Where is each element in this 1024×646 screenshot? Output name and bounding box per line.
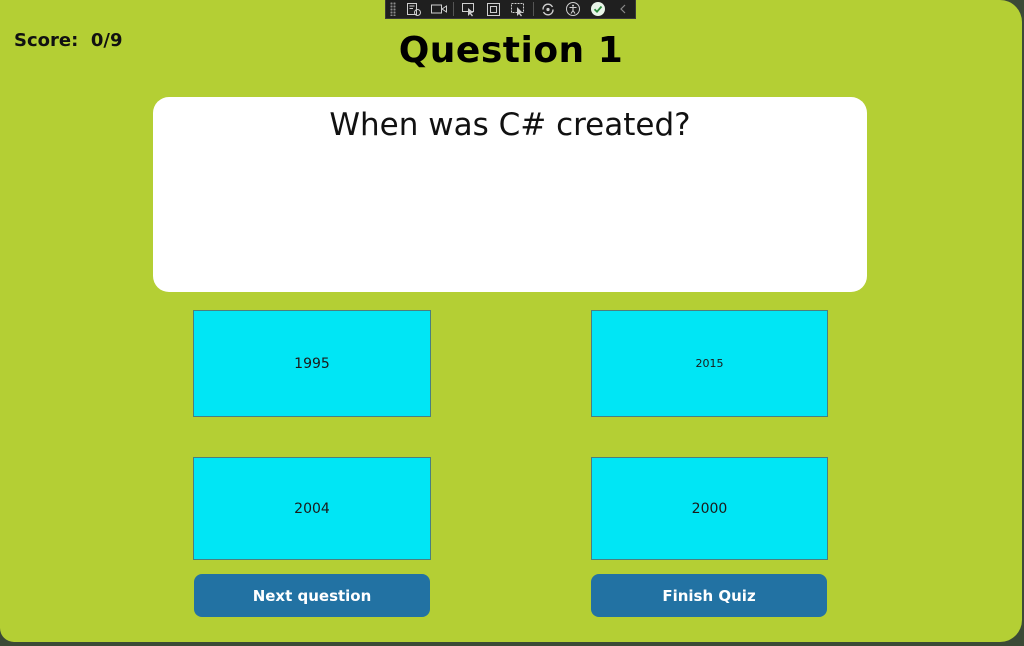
display-layout-adorners-icon[interactable] xyxy=(481,0,506,18)
select-element-icon[interactable] xyxy=(456,0,481,18)
accessibility-icon[interactable] xyxy=(561,0,586,18)
track-focused-element-icon[interactable] xyxy=(506,0,531,18)
next-question-button[interactable]: Next question xyxy=(194,574,430,617)
question-card: When was C# created? xyxy=(153,97,867,292)
finish-quiz-button[interactable]: Finish Quiz xyxy=(591,574,827,617)
answer-button-1[interactable]: 1995 xyxy=(193,310,431,417)
toolbar-separator xyxy=(453,2,455,16)
record-icon[interactable] xyxy=(427,0,452,18)
question-text: When was C# created? xyxy=(329,107,691,143)
question-title: Question 1 xyxy=(398,30,624,71)
collapse-chevron-icon[interactable] xyxy=(610,0,635,18)
hot-reload-icon[interactable] xyxy=(536,0,561,18)
quiz-window: Score: 0/9 Question 1 When was C# create… xyxy=(0,0,1022,642)
answer-button-4[interactable]: 2000 xyxy=(591,457,828,560)
binding-check-icon[interactable] xyxy=(585,0,610,18)
answer-button-3[interactable]: 2004 xyxy=(193,457,431,560)
live-visual-tree-icon[interactable] xyxy=(402,0,427,18)
toolbar-separator xyxy=(532,2,534,16)
toolbar-grip[interactable] xyxy=(390,2,396,16)
xaml-debug-toolbar xyxy=(385,0,636,19)
answer-button-2[interactable]: 2015 xyxy=(591,310,828,417)
